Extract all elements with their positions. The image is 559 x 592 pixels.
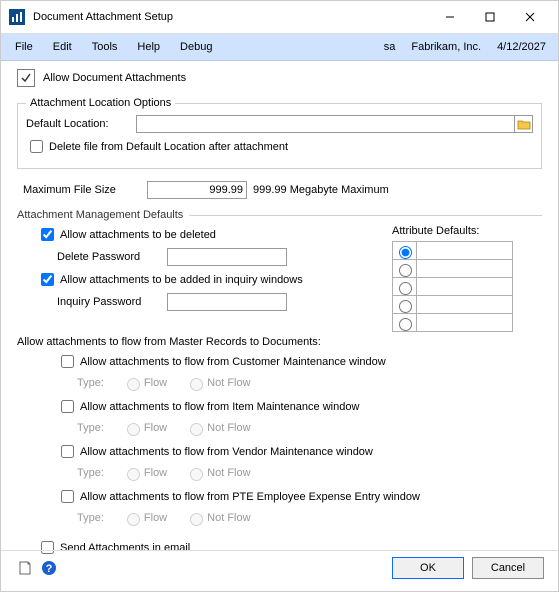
not-flow-radio-0: [190, 378, 203, 391]
attribute-defaults-title: Attribute Defaults:: [392, 225, 542, 237]
attr-radio-0[interactable]: [399, 246, 412, 259]
attr-cell-3[interactable]: [417, 296, 513, 314]
attr-cell-2[interactable]: [417, 278, 513, 296]
menu-help[interactable]: Help: [127, 37, 170, 57]
document-attachment-setup-window: Document Attachment Setup File Edit Tool…: [0, 0, 559, 592]
menubar: File Edit Tools Help Debug sa Fabrikam, …: [1, 33, 558, 61]
delete-after-label: Delete file from Default Location after …: [49, 141, 288, 153]
close-button[interactable]: [510, 3, 550, 31]
flow-radio-2: [127, 468, 140, 481]
allow-delete-label: Allow attachments to be deleted: [60, 229, 216, 241]
flow-master-label: Allow attachments to flow from Master Re…: [17, 336, 321, 348]
browse-folder-icon[interactable]: [515, 115, 533, 133]
flow-radio-0: [127, 378, 140, 391]
menu-debug[interactable]: Debug: [170, 37, 222, 57]
management-section-header: Attachment Management Defaults: [17, 209, 542, 221]
attr-cell-1[interactable]: [417, 260, 513, 278]
cancel-button[interactable]: Cancel: [472, 557, 544, 579]
type-label-0: Type:: [77, 377, 104, 389]
attr-row: [393, 314, 513, 332]
attr-cell-0[interactable]: [417, 242, 513, 260]
delete-password-label: Delete Password: [57, 251, 167, 263]
delete-after-checkbox[interactable]: [30, 140, 43, 153]
max-file-size-suffix: 999.99 Megabyte Maximum: [253, 184, 389, 196]
type-label-3: Type:: [77, 512, 104, 524]
attr-row: [393, 242, 513, 260]
attr-radio-3[interactable]: [399, 300, 412, 313]
menu-file[interactable]: File: [5, 37, 43, 57]
date-label: 4/12/2027: [489, 41, 554, 53]
flow-pte-label: Allow attachments to flow from PTE Emplo…: [80, 491, 420, 503]
flow-item-checkbox[interactable]: [61, 400, 74, 413]
not-flow-radio-2: [190, 468, 203, 481]
default-location-label: Default Location:: [26, 118, 136, 130]
svg-text:?: ?: [46, 563, 53, 575]
attr-row: [393, 278, 513, 296]
location-fieldset: Attachment Location Options Default Loca…: [17, 97, 542, 169]
not-flow-radio-1: [190, 423, 203, 436]
menu-tools[interactable]: Tools: [82, 37, 128, 57]
not-flow-radio-3: [190, 513, 203, 526]
default-location-input[interactable]: [136, 115, 515, 133]
flow-radio-3: [127, 513, 140, 526]
maximize-button[interactable]: [470, 3, 510, 31]
flow-customer-label: Allow attachments to flow from Customer …: [80, 356, 386, 368]
user-label: sa: [376, 41, 404, 53]
allow-inquiry-label: Allow attachments to be added in inquiry…: [60, 274, 303, 286]
type-label-1: Type:: [77, 422, 104, 434]
flow-radio-1: [127, 423, 140, 436]
attr-radio-1[interactable]: [399, 264, 412, 277]
note-icon[interactable]: [15, 558, 35, 578]
flow-pte-checkbox[interactable]: [61, 490, 74, 503]
attachment-toggle-icon[interactable]: [17, 69, 35, 87]
allow-delete-checkbox[interactable]: [41, 228, 54, 241]
attr-row: [393, 296, 513, 314]
footer: ? OK Cancel: [1, 550, 558, 583]
attr-radio-4[interactable]: [399, 318, 412, 331]
type-label-2: Type:: [77, 467, 104, 479]
minimize-button[interactable]: [430, 3, 470, 31]
inquiry-password-input[interactable]: [167, 293, 287, 311]
flow-customer-checkbox[interactable]: [61, 355, 74, 368]
ok-button[interactable]: OK: [392, 557, 464, 579]
inquiry-password-label: Inquiry Password: [57, 296, 167, 308]
window-title: Document Attachment Setup: [33, 11, 430, 23]
attr-row: [393, 260, 513, 278]
titlebar: Document Attachment Setup: [1, 1, 558, 33]
attr-radio-2[interactable]: [399, 282, 412, 295]
flow-item-label: Allow attachments to flow from Item Main…: [80, 401, 359, 413]
allow-doc-attachments-label: Allow Document Attachments: [43, 72, 186, 84]
location-legend: Attachment Location Options: [26, 97, 175, 109]
allow-inquiry-checkbox[interactable]: [41, 273, 54, 286]
attribute-defaults-table: [392, 241, 513, 332]
attr-cell-4[interactable]: [417, 314, 513, 332]
app-icon: [9, 9, 25, 25]
flow-vendor-label: Allow attachments to flow from Vendor Ma…: [80, 446, 373, 458]
delete-password-input[interactable]: [167, 248, 287, 266]
help-icon[interactable]: ?: [39, 558, 59, 578]
menu-edit[interactable]: Edit: [43, 37, 82, 57]
max-file-size-input[interactable]: [147, 181, 247, 199]
max-file-size-label: Maximum File Size: [17, 184, 147, 196]
company-label: Fabrikam, Inc.: [403, 41, 489, 53]
flow-vendor-checkbox[interactable]: [61, 445, 74, 458]
